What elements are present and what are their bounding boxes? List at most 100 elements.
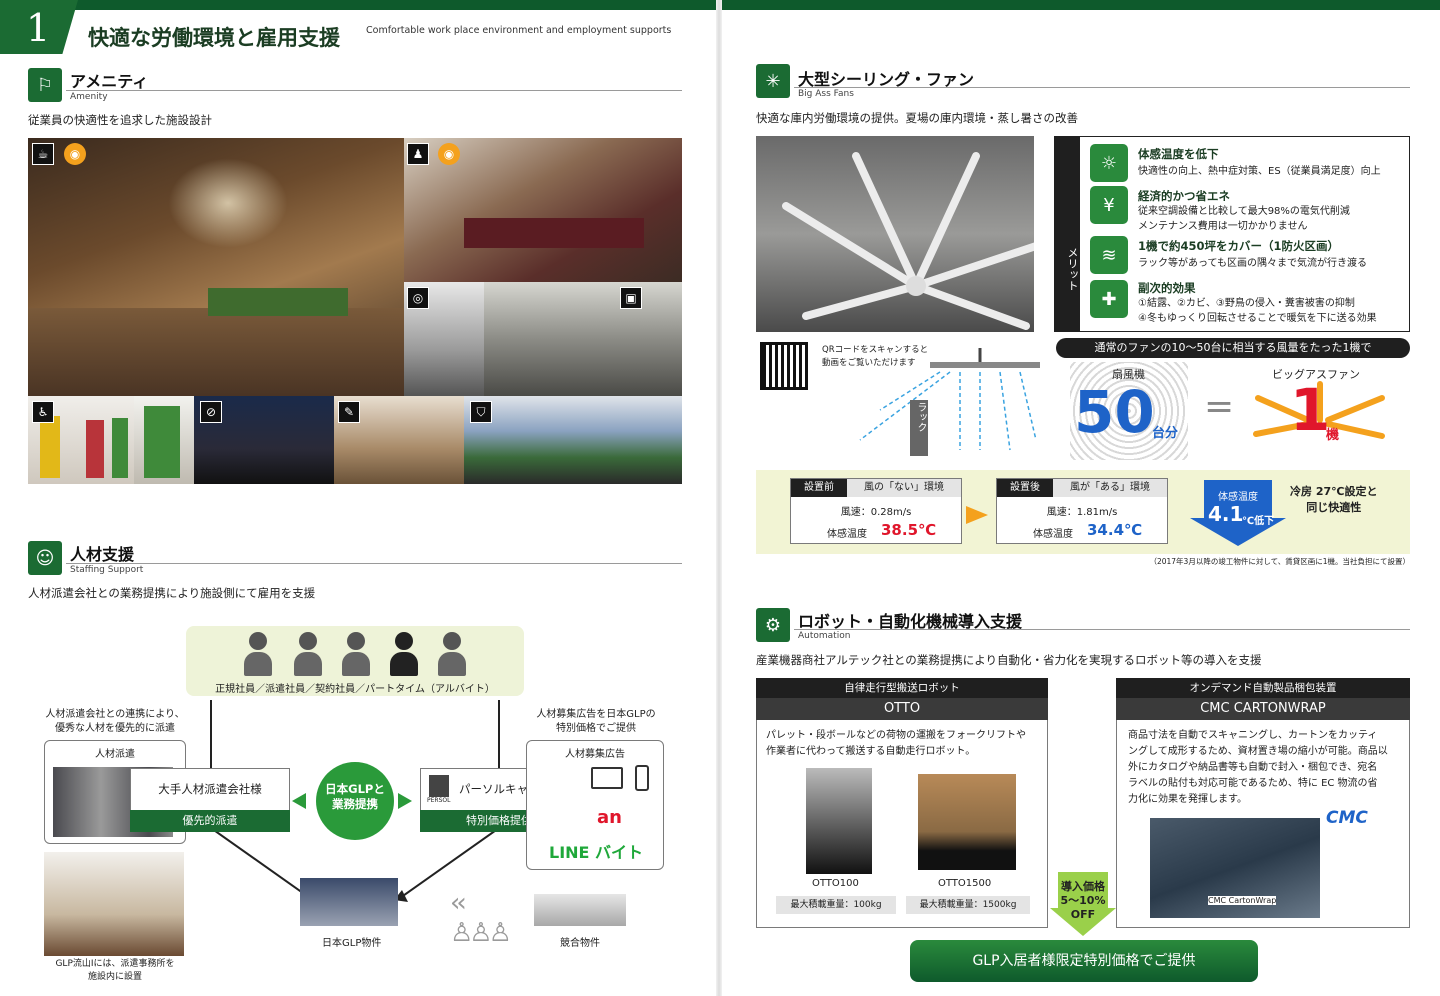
staffing-icon: ☺ <box>28 541 62 575</box>
before-temp-label: 体感温度 <box>827 529 867 540</box>
laptop-icon <box>591 767 623 789</box>
drop-label: 体感温度 <box>1218 492 1258 503</box>
merit-text: 従来空調設備と比較して最大98%の電気代削減 メンテナンス費用は一切かかりません <box>1138 206 1350 232</box>
before-title: 風の「ない」環境 <box>847 479 961 497</box>
persol-logo: PERSOL <box>427 797 451 804</box>
after-box: 設置後 風が「ある」環境 風速：1.81m/s 体感温度 34.4℃ <box>996 478 1168 544</box>
arrow-right-icon <box>398 793 412 809</box>
robot-icon: ⚙ <box>756 608 790 642</box>
before-speed: 風速：0.28m/s <box>840 507 912 518</box>
merit-text: 快適性の向上、熱中症対策、ES（従業員満足度）向上 <box>1138 166 1381 177</box>
ceiling-fan-photo <box>756 136 1034 332</box>
amenity-sub: Amenity <box>70 92 108 102</box>
competitor-building-image <box>534 894 626 926</box>
haken-company: 大手人材派遣会社様 <box>158 782 262 796</box>
corridor-photo <box>134 396 194 484</box>
rack-label: ラック <box>915 402 926 432</box>
workers-box: 正規社員／派遣社員／契約社員／パートタイム（アルバイト） <box>186 626 524 696</box>
big-fan-count: 1 <box>1290 376 1331 444</box>
right-note: 人材募集広告を日本GLPの 特別価格でご提供 <box>536 709 656 734</box>
otto-name: OTTO <box>756 698 1048 720</box>
otto100-load: 最大積載重量：100kg <box>776 896 896 914</box>
restroom-icon: ♿ <box>32 401 54 423</box>
cmc-machine-label: CMC CartonWrap <box>1208 896 1277 905</box>
persol-logo-icon <box>429 775 449 797</box>
kitchen-photo-2 <box>484 282 682 396</box>
page-subtitle: Comfortable work place environment and e… <box>366 25 672 36</box>
otto100-label: OTTO100 <box>812 878 859 889</box>
amenity-icon: ⚐ <box>28 68 62 102</box>
cafeteria-photo <box>28 138 404 396</box>
fan-sub: Big Ass Fans <box>798 89 854 99</box>
fan-blades-drawing <box>782 152 1034 330</box>
after-speed: 風速：1.81m/s <box>1046 507 1118 518</box>
worker-figure <box>438 632 466 676</box>
worker-figure <box>390 632 418 676</box>
before-tag: 設置前 <box>791 479 847 497</box>
arrow-right-orange-icon <box>966 506 988 524</box>
top-green-bar-right <box>722 0 1440 10</box>
page-title: 快適な労働環境と雇用支援 <box>88 25 340 50</box>
staffing-sub: Staffing Support <box>70 565 144 575</box>
after-title: 風が「ある」環境 <box>1053 479 1167 497</box>
otto-desc: パレット・段ボールなどの荷物の運搬をフォークリフトや 作業者に代わって搬送する自… <box>766 730 1026 757</box>
coffee-cup-icon: ☕ <box>32 143 54 165</box>
fan-footnote: （2017年3月以降の竣工物件に対して、賃貸区画に1機。当社負担にて設置） <box>1149 557 1410 566</box>
aircon-note: 冷房 27℃設定と 同じ快適性 <box>1290 485 1378 514</box>
arrow-left-icon <box>292 793 306 809</box>
workers-caption: 正規社員／派遣社員／契約社員／パートタイム（アルバイト） <box>215 684 495 695</box>
otto-head: 自律走行型搬送ロボット <box>756 678 1048 698</box>
merit-text: ラック等があっても区画の隅々まで気流が行き渡る <box>1138 258 1367 269</box>
after-temp-label: 体感温度 <box>1033 529 1073 540</box>
special-price-button[interactable]: GLP入居者様限定特別価格でご提供 <box>910 940 1258 982</box>
an-logo: an <box>597 807 622 828</box>
ad-label: 人材募集広告 <box>565 749 625 760</box>
drop-unit: ℃低下 <box>1242 516 1275 527</box>
after-tag: 設置後 <box>997 479 1053 497</box>
office-photo-caption: GLP流山Ⅰには、派遣事務所を 施設内に設置 <box>55 959 175 982</box>
locker-icon: ▣ <box>620 287 642 309</box>
amenity-desc: 従業員の快適性を追求した施設設計 <box>28 113 212 127</box>
competitor-label: 競合物件 <box>560 938 600 949</box>
staffing-title: 人材支援 <box>70 545 135 564</box>
smartphone-icon <box>635 765 649 791</box>
amenity-rule <box>66 90 682 91</box>
dining-plate-icon: ◎ <box>407 287 429 309</box>
top-green-bar-left <box>0 0 718 10</box>
before-box: 設置前 風の「ない」環境 風速：0.28m/s 体感温度 38.5℃ <box>790 478 962 544</box>
price-tag: 導入価格 5〜10% OFF <box>1060 880 1106 921</box>
after-temp: 34.4℃ <box>1087 521 1143 539</box>
shopping-bag-icon: ⛉ <box>470 401 492 423</box>
haken-tag: 優先的派遣 <box>130 810 290 832</box>
worker-figure <box>244 632 272 676</box>
wifi-icon-2: ◉ <box>438 143 460 165</box>
worker-figure <box>294 632 322 676</box>
qr-code-icon[interactable] <box>760 342 808 390</box>
airflow-icon: ≋ <box>1090 236 1128 274</box>
merit-label: メリット <box>1054 136 1080 332</box>
cmc-head: オンデマンド自動製品梱包装置 <box>1116 678 1410 698</box>
robot-desc: 産業機器商社アルテック社との業務提携により自動化・省力化を実現するロボット等の導… <box>756 653 1262 667</box>
airflow-diagram <box>859 348 1040 456</box>
cmc-name: CMC CARTONWRAP <box>1116 698 1410 720</box>
robot-rule <box>794 629 1410 630</box>
equals-sign: = <box>1204 386 1235 427</box>
airflow-banner: 通常のファンの10〜50台に相当する風量をたった1機で <box>1056 338 1410 358</box>
wifi-icon: ◉ <box>64 143 86 165</box>
cmc-desc: 商品寸法を自動でスキャニングし、カートンをカッティ ングして成形するため、資材置… <box>1128 730 1388 805</box>
fan-unit: 台分 <box>1152 426 1179 441</box>
glp-property-label: 日本GLP物件 <box>322 938 382 949</box>
before-temp: 38.5℃ <box>881 521 937 539</box>
haken-label: 人材派遣 <box>95 749 135 760</box>
office-photo <box>44 852 184 956</box>
thermometer-icon: ☼ <box>1090 144 1128 182</box>
section-number: 1 <box>0 0 78 54</box>
fan-icon: ✳ <box>756 64 790 98</box>
glp-building-image <box>300 878 398 926</box>
walking-people-icon: ‹‹ ♙♙♙ <box>450 888 512 948</box>
merit-heading: 副次的効果 <box>1138 281 1196 295</box>
partnership-badge: 日本GLPと 業務提携 <box>316 762 394 840</box>
fan-count: 50 <box>1074 378 1155 446</box>
merit-heading: 1機で約450坪をカバー（1防火区画） <box>1138 239 1340 253</box>
meeting-people-icon: ♟ <box>407 143 429 165</box>
